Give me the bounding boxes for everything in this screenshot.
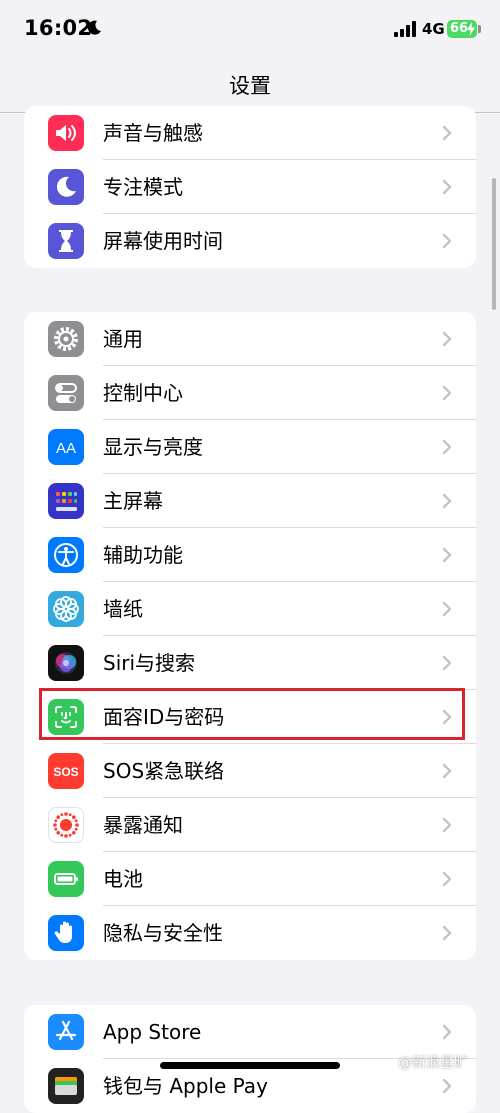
settings-group-1: 声音与触感 专注模式 屏幕使用时间 [24,106,476,268]
chevron-right-icon [442,439,452,455]
signal-icon [394,21,416,37]
svg-text:AA: AA [56,440,76,457]
row-focus[interactable]: 专注模式 [24,160,476,214]
scroll-indicator[interactable] [492,178,496,310]
row-wallpaper[interactable]: 墙纸 [24,582,476,636]
chevron-right-icon [442,1078,452,1094]
chevron-right-icon [442,655,452,671]
chevron-right-icon [442,125,452,141]
hand-icon [48,915,84,951]
battery-level: 66 [450,21,469,36]
row-label: SOS紧急联络 [103,759,225,783]
row-battery[interactable]: 电池 [24,852,476,906]
sos-icon: SOS [48,753,84,789]
text-size-icon: AA [48,429,84,465]
status-bar: 16:02 4G 66 [0,0,500,58]
network-type: 4G [422,20,445,38]
row-display-brightness[interactable]: AA 显示与亮度 [24,420,476,474]
moon-icon [48,169,84,205]
chevron-right-icon [442,547,452,563]
chevron-right-icon [442,385,452,401]
chevron-right-icon [442,179,452,195]
toggles-icon [48,375,84,411]
chevron-right-icon [442,763,452,779]
settings-group-2: 通用 控制中心 AA 显示与亮度 主屏幕 辅助功能 墙纸 Siri与搜索 面容I… [24,312,476,960]
exposure-icon [48,807,84,843]
nav-bar: 设置 [0,58,500,113]
svg-text:SOS: SOS [53,765,78,779]
row-label: 墙纸 [103,597,143,621]
row-screen-time[interactable]: 屏幕使用时间 [24,214,476,268]
gear-icon [48,321,84,357]
highlight-annotation [39,688,465,740]
chevron-right-icon [442,925,452,941]
chevron-right-icon [442,601,452,617]
row-exposure-notifications[interactable]: 暴露通知 [24,798,476,852]
row-app-store[interactable]: App Store [24,1005,476,1059]
hourglass-icon [48,223,84,259]
row-siri-search[interactable]: Siri与搜索 [24,636,476,690]
chevron-right-icon [442,1024,452,1040]
home-indicator[interactable] [160,1062,340,1069]
chevron-right-icon [442,817,452,833]
chevron-right-icon [442,493,452,509]
home-screen-icon [48,483,84,519]
row-general[interactable]: 通用 [24,312,476,366]
row-label: Siri与搜索 [103,651,196,675]
row-home-screen[interactable]: 主屏幕 [24,474,476,528]
row-accessibility[interactable]: 辅助功能 [24,528,476,582]
status-time: 16:02 [24,16,93,40]
charging-bolt-icon [467,22,475,36]
flower-icon [48,591,84,627]
row-label: 声音与触感 [103,121,203,145]
watermark: @新浪星旷 [398,1055,468,1071]
page-title: 设置 [229,74,271,98]
row-label: 主屏幕 [103,489,163,513]
row-label: 隐私与安全性 [103,921,223,945]
row-label: 电池 [103,867,143,891]
siri-icon [48,645,84,681]
row-privacy-security[interactable]: 隐私与安全性 [24,906,476,960]
focus-moon-icon [87,20,101,35]
battery-indicator: 66 [447,20,477,38]
wallet-icon [48,1068,84,1104]
chevron-right-icon [442,331,452,347]
row-label: 通用 [103,327,143,351]
app-store-icon [48,1014,84,1050]
row-label: App Store [103,1020,202,1044]
speaker-icon [48,115,84,151]
row-label: 暴露通知 [103,813,183,837]
battery-tip [478,25,481,33]
row-control-center[interactable]: 控制中心 [24,366,476,420]
row-label: 专注模式 [103,175,183,199]
row-label: 控制中心 [103,381,183,405]
accessibility-icon [48,537,84,573]
row-label: 屏幕使用时间 [103,229,223,253]
row-label: 显示与亮度 [103,435,203,459]
row-sounds-haptics[interactable]: 声音与触感 [24,106,476,160]
battery-icon [48,861,84,897]
row-emergency-sos[interactable]: SOS SOS紧急联络 [24,744,476,798]
row-label: 辅助功能 [103,543,183,567]
chevron-right-icon [442,871,452,887]
chevron-right-icon [442,233,452,249]
